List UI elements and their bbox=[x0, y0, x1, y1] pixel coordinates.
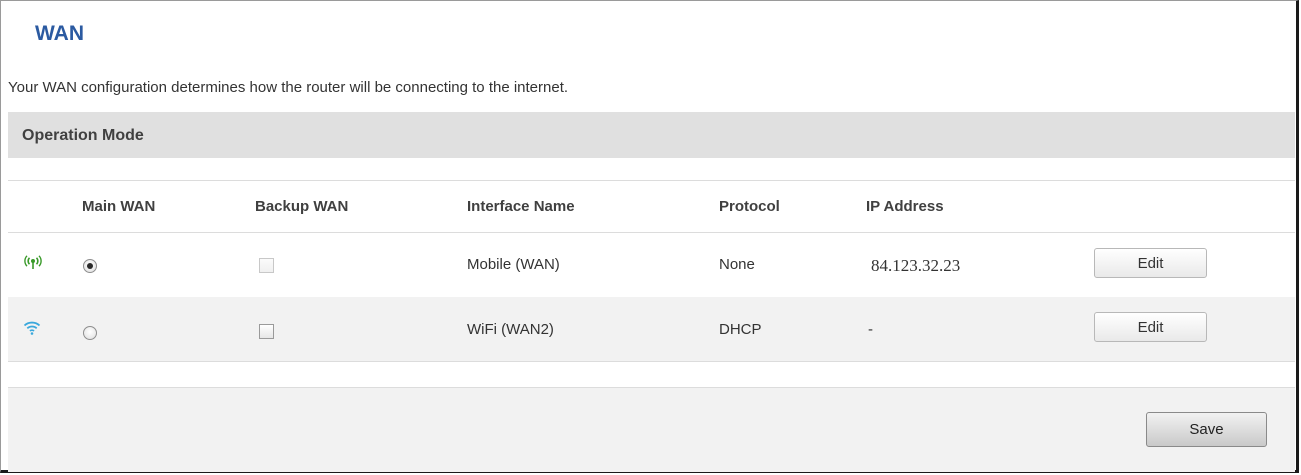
main-wan-radio-mobile[interactable] bbox=[83, 259, 97, 273]
interface-name: WiFi (WAN2) bbox=[467, 321, 554, 338]
table-row: Mobile (WAN) None 84.123.32.23 Edit bbox=[8, 233, 1295, 297]
backup-wan-checkbox-mobile[interactable] bbox=[259, 258, 274, 273]
wifi-icon bbox=[23, 321, 41, 335]
main-wan-radio-wifi[interactable] bbox=[83, 326, 97, 340]
header-main-wan: Main WAN bbox=[82, 198, 156, 215]
ip-address-value: 84.123.32.23 bbox=[871, 256, 961, 275]
section-title: Operation Mode bbox=[22, 127, 144, 144]
page-title: WAN bbox=[35, 22, 84, 45]
divider bbox=[8, 180, 1295, 181]
ip-address-value: - bbox=[868, 321, 873, 338]
form-footer: Save bbox=[8, 388, 1295, 472]
divider bbox=[8, 361, 1295, 362]
save-button[interactable]: Save bbox=[1146, 412, 1267, 447]
protocol-value: None bbox=[719, 256, 755, 273]
table-row: WiFi (WAN2) DHCP - Edit bbox=[8, 297, 1295, 361]
edit-button-wifi[interactable]: Edit bbox=[1094, 312, 1207, 342]
section-header: Operation Mode bbox=[8, 112, 1295, 158]
interface-name: Mobile (WAN) bbox=[467, 256, 560, 273]
protocol-value: DHCP bbox=[719, 321, 762, 338]
header-backup-wan: Backup WAN bbox=[255, 198, 349, 215]
mobile-signal-icon bbox=[24, 255, 42, 269]
backup-wan-checkbox-wifi[interactable] bbox=[259, 324, 274, 339]
edit-button-mobile[interactable]: Edit bbox=[1094, 248, 1207, 278]
page-description: Your WAN configuration determines how th… bbox=[8, 79, 569, 96]
header-interface-name: Interface Name bbox=[467, 198, 575, 215]
header-ip-address: IP Address bbox=[866, 198, 944, 215]
header-protocol: Protocol bbox=[719, 198, 780, 215]
